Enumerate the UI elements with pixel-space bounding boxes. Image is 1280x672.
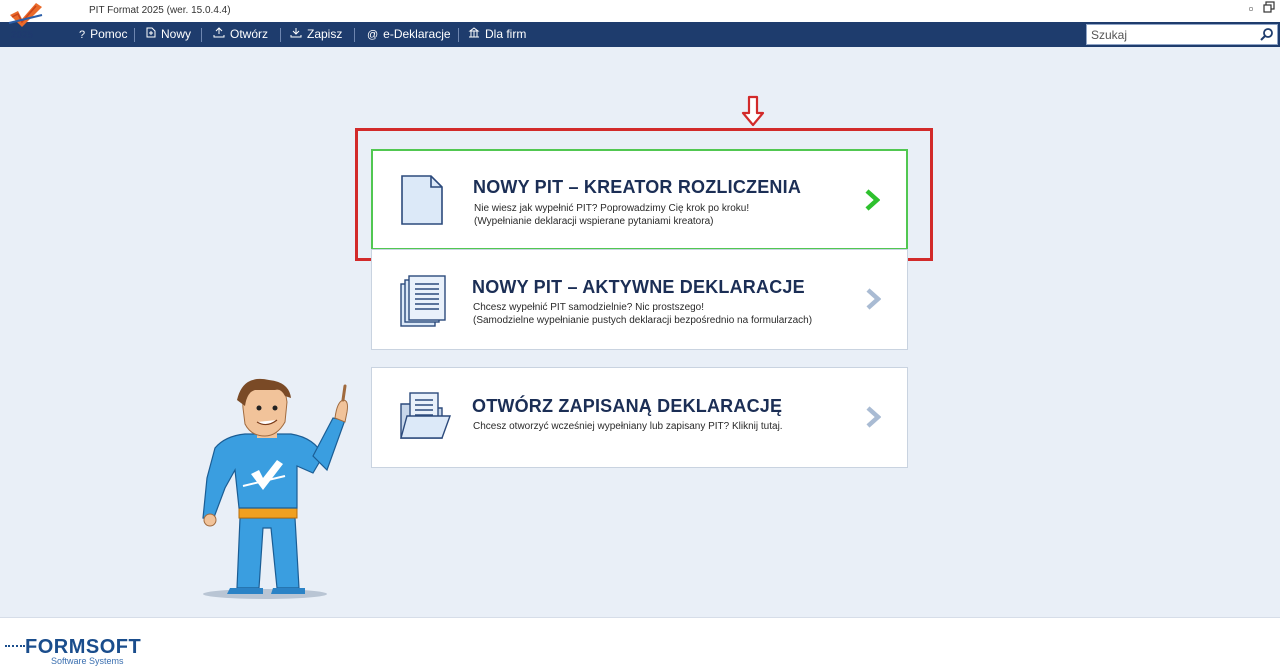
open-icon bbox=[213, 23, 225, 48]
logo-dots bbox=[5, 645, 25, 648]
open-saved-card[interactable]: OTWÓRZ ZAPISANĄ DEKLARACJĘ Chcesz otworz… bbox=[371, 367, 908, 468]
logo-year: 2025 bbox=[11, 30, 34, 41]
help-button[interactable]: ? Pomoc bbox=[79, 22, 127, 47]
save-icon bbox=[290, 23, 302, 48]
for-companies-label: Dla firm bbox=[485, 27, 527, 41]
open-label: Otwórz bbox=[230, 27, 269, 41]
toolbar-divider bbox=[134, 28, 135, 42]
at-icon: @ bbox=[367, 29, 379, 41]
search-input[interactable] bbox=[1087, 25, 1252, 44]
footer: FORMSOFT Software Systems bbox=[0, 617, 1280, 672]
brand-subtitle: Software Systems bbox=[51, 656, 124, 666]
new-document-icon bbox=[146, 23, 156, 48]
card-description-line-1: Nie wiesz jak wypełnić PIT? Poprowadzimy… bbox=[474, 203, 750, 214]
e-deklaracje-label: e-Deklaracje bbox=[383, 27, 451, 41]
toolbar-divider bbox=[201, 28, 202, 42]
chevron-right-icon bbox=[864, 189, 881, 216]
restore-icon[interactable]: ▫ bbox=[1243, 1, 1259, 17]
window-title: PIT Format 2025 (wer. 15.0.4.4) bbox=[89, 5, 231, 16]
help-label: Pomoc bbox=[90, 27, 128, 41]
new-button[interactable]: Nowy bbox=[146, 22, 191, 47]
save-button[interactable]: Zapisz bbox=[290, 22, 342, 47]
for-companies-button[interactable]: Dla firm bbox=[468, 22, 526, 47]
card-description-line-2: (Samodzielne wypełnianie pustych deklara… bbox=[473, 315, 813, 326]
folder-open-icon bbox=[398, 390, 454, 447]
card-description-line-1: Chcesz otworzyć wcześniej wypełniany lub… bbox=[473, 421, 783, 432]
mascot-illustration bbox=[185, 378, 360, 608]
annotation-arrow-icon bbox=[741, 95, 765, 132]
card-description-line-1: Chcesz wypełnić PIT samodzielnie? Nic pr… bbox=[473, 302, 705, 313]
wizard-card[interactable]: NOWY PIT – KREATOR ROZLICZENIA Nie wiesz… bbox=[371, 149, 908, 250]
save-label: Zapisz bbox=[307, 27, 343, 41]
toolbar-divider bbox=[458, 28, 459, 42]
maximize-icon[interactable] bbox=[1261, 1, 1277, 17]
title-bar: PIT Format 2025 (wer. 15.0.4.4) ▫ bbox=[0, 0, 1280, 22]
search-icon[interactable] bbox=[1260, 27, 1274, 46]
new-label: Nowy bbox=[161, 27, 192, 41]
toolbar-divider bbox=[280, 28, 281, 42]
open-button[interactable]: Otwórz bbox=[213, 22, 268, 47]
building-icon bbox=[468, 23, 480, 48]
toolbar: ? Pomoc Nowy Otwórz Zapisz @ e-Deklaracje … bbox=[0, 22, 1280, 47]
e-deklaracje-button[interactable]: @ e-Deklaracje bbox=[367, 22, 451, 47]
card-description-line-2: (Wypełnianie deklaracji wspierane pytani… bbox=[474, 216, 714, 227]
search-box[interactable] bbox=[1086, 24, 1278, 45]
card-title: NOWY PIT – KREATOR ROZLICZENIA bbox=[473, 177, 802, 197]
document-icon bbox=[399, 173, 445, 232]
active-declarations-card[interactable]: NOWY PIT – AKTYWNE DEKLARACJE Chcesz wyp… bbox=[371, 249, 908, 350]
card-title: OTWÓRZ ZAPISANĄ DEKLARACJĘ bbox=[472, 396, 783, 416]
brand-name: FORMSOFT bbox=[25, 636, 142, 658]
app-logo: 2025 bbox=[6, 1, 46, 43]
chevron-right-icon bbox=[865, 288, 882, 315]
documents-stack-icon bbox=[398, 274, 450, 335]
toolbar-divider bbox=[354, 28, 355, 42]
help-icon: ? bbox=[79, 29, 86, 41]
chevron-right-icon bbox=[865, 406, 882, 433]
card-title: NOWY PIT – AKTYWNE DEKLARACJE bbox=[472, 277, 805, 297]
